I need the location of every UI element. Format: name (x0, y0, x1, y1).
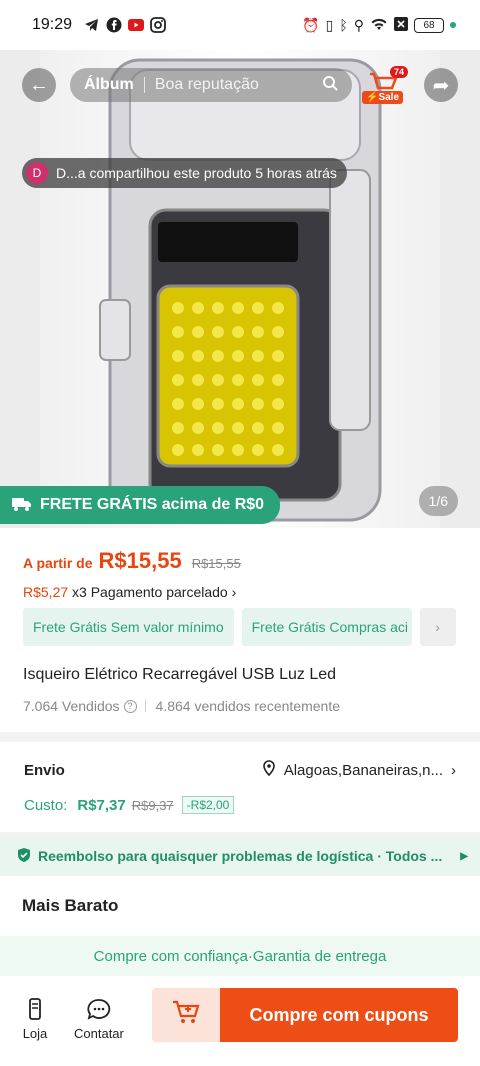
promo-chip[interactable]: Frete Grátis Compras aci (241, 608, 412, 646)
chips-more-button[interactable]: › (419, 608, 456, 646)
price-prefix: A partir de (23, 555, 93, 571)
cost-old: R$9,37 (131, 797, 174, 813)
product-title: Isqueiro Elétrico Recarregável USB Luz L… (23, 666, 337, 683)
youtube-icon (128, 17, 145, 33)
arrow-left-icon: ← (29, 73, 49, 96)
free-shipping-banner: FRETE GRÁTIS acima de R$0 (0, 486, 280, 524)
telegram-icon (84, 17, 100, 33)
cart-count-badge: 74 (389, 66, 408, 78)
facebook-icon (106, 17, 122, 33)
guarantee-banner: Compre com confiança·Garantia de entrega (0, 936, 480, 976)
tab-separator (143, 77, 145, 93)
promo-chips: Frete Grátis Sem valor mínimo Frete Grát… (23, 608, 480, 646)
promo-chip[interactable]: Frete Grátis Sem valor mínimo (23, 608, 234, 646)
sales-info: 7.064 Vendidos ? 4.864 vendidos recentem… (23, 698, 340, 714)
chevron-right-icon: › (231, 584, 237, 600)
bluetooth-icon: ᛒ (339, 17, 348, 33)
cost-label: Custo: (24, 796, 68, 814)
vibrate-icon: ▯ (325, 16, 334, 33)
contact-label: Contatar (74, 1026, 124, 1041)
store-icon (22, 996, 48, 1022)
cart-plus-icon (171, 999, 201, 1031)
battery-icon: 68 (414, 17, 444, 33)
buy-with-coupons-button[interactable]: Compre com cupons (220, 988, 458, 1042)
gallery-tabs: Álbum Boa reputação (70, 68, 352, 102)
no-sim-icon (394, 16, 408, 34)
product-image[interactable] (40, 50, 440, 528)
location-pin-icon (262, 760, 276, 780)
share-icon: ➦ (432, 74, 450, 97)
shipping-label: Envio (24, 762, 65, 779)
share-notice-text: D...a compartilhou este produto 5 horas … (56, 165, 337, 181)
cheapest-section: Mais Barato (0, 876, 480, 936)
product-info: A partir de R$15,55 R$15,55 R$5,27 x3 Pa… (0, 528, 480, 732)
share-notice: D D...a compartilhou este produto 5 hora… (22, 158, 347, 188)
gallery-top-bar: ← Álbum Boa reputação 74 ⚡Sale ➦ (0, 66, 480, 104)
sale-label: ⚡Sale (362, 91, 404, 104)
sold-count: 7.064 Vendidos (23, 698, 120, 714)
product-gallery[interactable]: ← Álbum Boa reputação 74 ⚡Sale ➦ D D...a… (0, 50, 480, 528)
shield-check-icon (16, 847, 32, 866)
bottom-bar: Loja Contatar Compre com cupons (0, 976, 480, 1066)
clock: 19:29 (32, 16, 73, 33)
cost-value: R$7,37 (77, 796, 126, 814)
recent-sold: 4.864 vendidos recentemente (155, 698, 340, 714)
image-pager: 1/6 (418, 486, 458, 516)
divider (144, 700, 146, 712)
share-button[interactable]: ➦ (424, 68, 458, 102)
instagram-icon (150, 17, 166, 33)
location-text: Alagoas,Bananeiras,n... (283, 761, 443, 779)
avatar: D (26, 162, 48, 184)
shipping-cost: Custo: R$7,37 R$9,37 -R$2,00 (24, 796, 235, 814)
store-button[interactable]: Loja (22, 996, 48, 1041)
refund-banner[interactable]: Reembolso para quaisquer problemas de lo… (0, 836, 480, 876)
cost-discount: -R$2,00 (181, 796, 235, 814)
price: R$15,55 (98, 548, 182, 573)
shipping-location[interactable]: Alagoas,Bananeiras,n... › (262, 760, 456, 780)
wifi-icon (370, 17, 388, 34)
shipping-section[interactable]: Envio Alagoas,Bananeiras,n... › Custo: R… (0, 742, 480, 832)
free-shipping-text: FRETE GRÁTIS acima de R$0 (40, 496, 265, 513)
contact-button[interactable]: Contatar (74, 996, 124, 1041)
help-icon[interactable]: ? (123, 699, 137, 713)
location-icon: ⚲ (353, 16, 364, 33)
chevron-right-icon: › (435, 619, 440, 635)
price-row: A partir de R$15,55 R$15,55 (23, 548, 241, 574)
green-dot-icon (450, 22, 456, 28)
tab-album[interactable]: Álbum (84, 76, 134, 94)
alarm-icon: ⏰ (302, 16, 320, 33)
cart-sale-button[interactable]: 74 ⚡Sale (360, 66, 408, 104)
installment-text: x3 Pagamento parcelado (72, 584, 228, 600)
tab-reputation[interactable]: Boa reputação (155, 76, 259, 94)
installment-value: R$5,27 (23, 584, 69, 600)
refund-text: Reembolso para quaisquer problemas de lo… (38, 848, 443, 864)
section-title: Mais Barato (22, 896, 119, 915)
status-bar: 19:29 ⏰ ▯ ᛒ ⚲ 68 (0, 0, 480, 50)
installments-link[interactable]: R$5,27 x3 Pagamento parcelado › (23, 584, 236, 600)
search-icon[interactable] (322, 75, 338, 96)
play-arrow-icon: ▶ (460, 850, 468, 862)
chat-icon (86, 996, 112, 1022)
chevron-right-icon: › (451, 761, 456, 779)
store-label: Loja (22, 1026, 48, 1041)
truck-icon (12, 497, 32, 514)
add-to-cart-button[interactable] (152, 988, 220, 1042)
original-price: R$15,55 (191, 556, 241, 571)
back-button[interactable]: ← (22, 68, 56, 102)
